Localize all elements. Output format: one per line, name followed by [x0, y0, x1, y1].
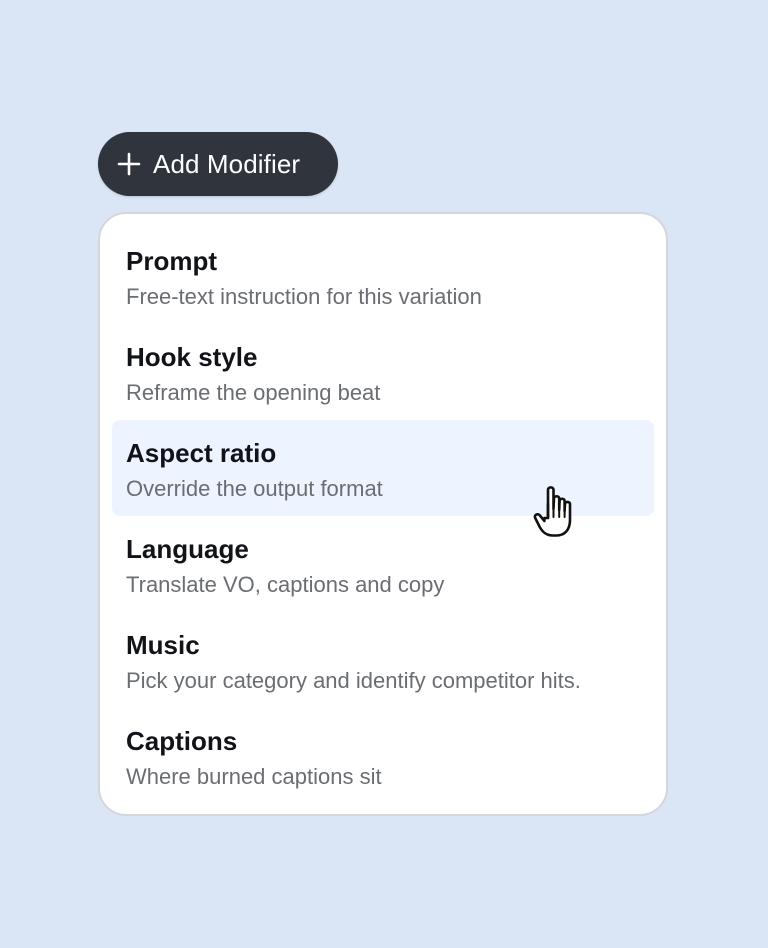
menu-item-language[interactable]: Language Translate VO, captions and copy	[112, 516, 654, 612]
menu-item-description: Where burned captions sit	[126, 764, 382, 789]
menu-item-description: Override the output format	[126, 476, 383, 501]
menu-item-title: Hook style	[126, 342, 258, 372]
plus-icon	[117, 152, 141, 176]
menu-item-title: Music	[126, 630, 200, 660]
add-modifier-button[interactable]: Add Modifier	[98, 132, 338, 196]
menu-item-prompt[interactable]: Prompt Free-text instruction for this va…	[112, 228, 654, 324]
menu-item-description: Translate VO, captions and copy	[126, 572, 445, 597]
menu-item-title: Language	[126, 534, 249, 564]
menu-item-hook-style[interactable]: Hook style Reframe the opening beat	[112, 324, 654, 420]
menu-item-description: Pick your category and identify competit…	[126, 668, 581, 693]
menu-item-captions[interactable]: Captions Where burned captions sit	[112, 708, 654, 804]
menu-item-aspect-ratio[interactable]: Aspect ratio Override the output format	[112, 420, 654, 516]
menu-item-title: Aspect ratio	[126, 438, 277, 468]
add-modifier-label: Add Modifier	[153, 148, 301, 179]
menu-item-description: Reframe the opening beat	[126, 380, 381, 405]
menu-item-description: Free-text instruction for this variation	[126, 284, 482, 309]
menu-item-title: Captions	[126, 726, 238, 756]
modifier-menu: Prompt Free-text instruction for this va…	[98, 212, 668, 816]
menu-item-music[interactable]: Music Pick your category and identify co…	[112, 612, 654, 708]
menu-item-title: Prompt	[126, 246, 217, 276]
